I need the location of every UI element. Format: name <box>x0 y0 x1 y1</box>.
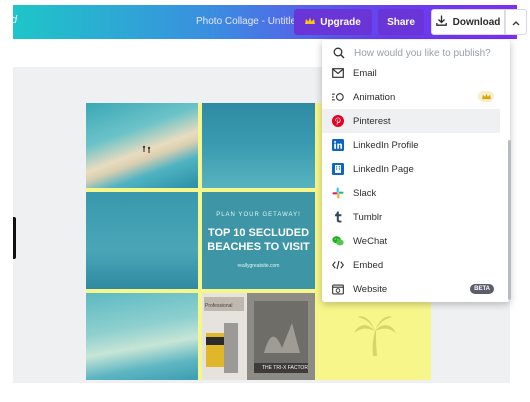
linkedin-page-icon <box>332 163 344 175</box>
menu-item-label: WeChat <box>353 235 388 247</box>
menu-item-website[interactable]: Website BETA <box>322 277 500 301</box>
document-title[interactable]: Photo Collage - Untitled <box>196 16 302 27</box>
menu-scrollbar[interactable] <box>508 140 511 300</box>
publish-search-input[interactable] <box>354 47 504 59</box>
share-label: Share <box>387 16 415 28</box>
side-panel-handle[interactable] <box>13 217 16 259</box>
download-label: Download <box>452 16 501 28</box>
beach-photo-shore[interactable] <box>86 293 198 380</box>
beach-photo-sandbar[interactable] <box>86 103 198 188</box>
wechat-icon <box>332 235 344 247</box>
animation-icon <box>332 91 344 103</box>
menu-item-label: Email <box>353 67 377 79</box>
pinterest-icon <box>332 115 344 127</box>
share-button[interactable]: Share <box>378 9 424 35</box>
menu-item-wechat[interactable]: WeChat <box>322 229 500 253</box>
headline-line-1: TOP 10 SECLUDED <box>207 227 310 239</box>
editor-header: d Photo Collage - Untitled Upgrade Share… <box>11 5 527 39</box>
website-icon <box>332 283 344 295</box>
download-options-toggle[interactable] <box>505 9 527 35</box>
menu-item-label: Pinterest <box>353 115 391 127</box>
menu-item-pinterest[interactable]: Pinterest <box>322 109 500 133</box>
menu-item-animation[interactable]: Animation <box>322 85 500 109</box>
menu-item-label: Tumblr <box>353 211 383 223</box>
palm-tree-icon <box>352 311 398 362</box>
menu-item-label: Embed <box>353 259 384 271</box>
site-url-text: reallygreatsite.com <box>237 263 280 269</box>
tumblr-icon <box>332 211 344 223</box>
slack-icon <box>332 187 344 199</box>
menu-item-label: Slack <box>353 187 377 199</box>
email-icon <box>332 67 344 79</box>
headline-line-2: BEACHES TO VISIT <box>207 241 310 253</box>
download-button[interactable]: Download <box>431 9 505 35</box>
menu-item-linkedin-page[interactable]: LinkedIn Page <box>322 157 500 181</box>
upgrade-button[interactable]: Upgrade <box>294 9 372 35</box>
search-icon <box>333 47 345 59</box>
crown-icon <box>305 17 316 28</box>
app-window: d Photo Collage - Untitled Upgrade Share… <box>0 0 530 402</box>
upgrade-label: Upgrade <box>320 16 361 28</box>
film-photo-collage[interactable]: Professional THE TRI-X FACTOR <box>202 293 315 380</box>
embed-icon <box>332 259 344 271</box>
menu-item-label: Website <box>353 283 388 295</box>
menu-item-label: LinkedIn Profile <box>353 139 419 151</box>
beach-photo-water[interactable] <box>202 103 315 188</box>
menu-item-linkedin-profile[interactable]: LinkedIn Profile <box>322 133 500 157</box>
photo-caption-1: Professional <box>205 303 233 309</box>
chevron-up-icon <box>512 13 520 31</box>
menu-item-label: LinkedIn Page <box>353 163 414 175</box>
publish-dropdown: Email Animation Pinterest LinkedIn Profi… <box>322 40 510 302</box>
people-on-sand-icon <box>142 145 151 153</box>
premium-crown-badge <box>478 91 494 102</box>
header-cut-text: d <box>11 14 18 26</box>
download-icon <box>435 15 447 29</box>
beta-badge: BETA <box>470 284 494 294</box>
menu-item-tumblr[interactable]: Tumblr <box>322 205 500 229</box>
menu-item-slack[interactable]: Slack <box>322 181 500 205</box>
menu-item-label: Animation <box>353 91 396 103</box>
menu-item-email[interactable]: Email <box>322 61 500 85</box>
beach-photo-ocean[interactable] <box>86 192 198 289</box>
tagline-text: PLAN YOUR GETAWAY! <box>216 212 301 218</box>
photo-caption-2: THE TRI-X FACTOR <box>262 365 308 371</box>
palm-tree-tile[interactable] <box>319 293 431 380</box>
menu-item-embed[interactable]: Embed <box>322 253 500 277</box>
headline-tile[interactable]: PLAN YOUR GETAWAY! TOP 10 SECLUDED BEACH… <box>202 192 315 289</box>
linkedin-icon <box>332 139 344 151</box>
